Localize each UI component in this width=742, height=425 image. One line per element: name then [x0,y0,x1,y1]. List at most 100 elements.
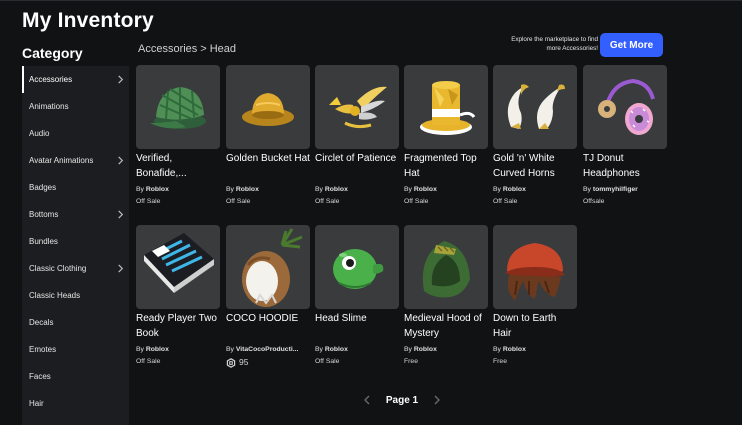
item-thumbnail [136,65,220,149]
previous-page-button[interactable] [362,394,372,406]
item-price: 95 [226,357,310,368]
chevron-right-icon [118,264,124,273]
item-creator: By VitaCocoProducti... [226,345,310,355]
by-label: By [136,186,144,193]
sidebar-item-label: Accessories [29,75,73,84]
creator-link[interactable]: Roblox [503,186,526,193]
sidebar-item-animations[interactable]: Animations [22,93,129,120]
category-heading: Category [22,45,83,61]
sidebar-item-badges[interactable]: Badges [22,174,129,201]
page-title: My Inventory [22,9,154,32]
chevron-right-icon [434,395,440,405]
top-divider [0,0,742,1]
item-card[interactable]: Fragmented Top Hat By Roblox Off Sale [404,65,488,207]
golden-bucket-hat-icon [242,93,294,126]
sidebar-item-label: Audio [29,129,50,138]
item-creator: By tommyhilfiger [583,185,667,195]
breadcrumb-parent-link[interactable]: Accessories [138,43,197,55]
creator-link[interactable]: Roblox [325,346,348,353]
item-creator: By Roblox [315,345,399,355]
item-name: Verified, Bonafide,... [136,153,187,179]
chevron-left-icon [364,395,370,405]
sidebar-item-audio[interactable]: Audio [22,120,129,147]
item-card[interactable]: Gold 'n' White Curved Horns By Roblox Of… [493,65,577,207]
by-label: By [226,346,234,353]
robux-icon [226,357,236,368]
by-label: By [404,346,412,353]
sidebar-item-decals[interactable]: Decals [22,309,129,336]
winged-circlet-icon [329,86,387,129]
by-label: By [493,346,501,353]
by-label: By [226,186,234,193]
sidebar-item-label: Hair [29,399,44,408]
item-card[interactable]: Medieval Hood of Mystery By Roblox Free [404,225,488,367]
chevron-right-icon [118,210,124,219]
sidebar-item-classic-clothing[interactable]: Classic Clothing [22,255,129,282]
sidebar-item-bundles[interactable]: Bundles [22,228,129,255]
item-card[interactable]: TJ Donut Headphones By tommyhilfiger Off… [583,65,667,207]
item-name: Gold 'n' White Curved Horns [493,153,555,179]
creator-link[interactable]: Roblox [414,186,437,193]
creator-link[interactable]: Roblox [325,186,348,193]
creator-link[interactable]: VitaCocoProducti... [236,346,299,353]
item-creator: By Roblox [404,345,488,355]
item-name: Circlet of Patience [315,153,397,164]
item-name: Fragmented Top Hat [404,153,477,179]
breadcrumb-current: Head [209,43,237,55]
item-name: Medieval Hood of Mystery [404,313,482,339]
plaid-cap-icon [150,87,206,129]
item-card[interactable]: Verified, Bonafide,... By Roblox Off Sal… [136,65,220,207]
creator-link[interactable]: tommyhilfiger [593,186,638,193]
item-thumbnail [226,225,310,309]
book-icon [144,233,214,293]
item-status: Off Sale [315,358,340,365]
sidebar-item-bottoms[interactable]: Bottoms [22,201,129,228]
item-thumbnail [136,225,220,309]
slime-icon [333,249,384,289]
sidebar-item-avatar-animations[interactable]: Avatar Animations [22,147,129,174]
get-more-button[interactable]: Get More [600,33,663,57]
sidebar-item-accessories[interactable]: Accessories [22,66,129,93]
item-thumbnail [404,225,488,309]
by-label: By [315,186,323,193]
sidebar-item-emotes[interactable]: Emotes [22,336,129,363]
by-label: By [136,346,144,353]
sidebar-item-label: Bottoms [29,210,59,219]
by-label: By [404,186,412,193]
item-name: COCO HOODIE [226,313,299,324]
item-creator: By Roblox [315,185,399,195]
item-status: Off Sale [136,358,161,365]
by-label: By [315,346,323,353]
sidebar-item-classic-heads[interactable]: Classic Heads [22,282,129,309]
item-card[interactable]: Head Slime By Roblox Off Sale [315,225,399,367]
next-page-button[interactable] [432,394,442,406]
page-indicator: Page 1 [385,394,419,406]
marketplace-promo-text: Explore the marketplace to find more Acc… [511,36,598,52]
category-sidebar: Accessories Animations Audio Avatar Anim… [22,66,129,425]
sidebar-item-faces[interactable]: Faces [22,363,129,390]
pagination: Page 1 [362,393,442,407]
item-name: Head Slime [315,313,367,324]
sidebar-item-label: Avatar Animations [29,156,94,165]
sidebar-item-label: Badges [29,183,57,192]
item-thumbnail [493,65,577,149]
sidebar-item-hair[interactable]: Hair [22,390,129,417]
creator-link[interactable]: Roblox [414,346,437,353]
breadcrumb: Accessories > Head [138,43,236,55]
item-card[interactable]: Down to Earth Hair By Roblox Free [493,225,577,367]
sidebar-item-label: Emotes [29,345,57,354]
curved-horns-icon [507,84,565,129]
creator-link[interactable]: Roblox [146,186,169,193]
item-card[interactable]: Circlet of Patience By Roblox Off Sale [315,65,399,207]
item-card[interactable]: Golden Bucket Hat By Roblox Off Sale [226,65,310,207]
creator-link[interactable]: Roblox [146,346,169,353]
item-name: Golden Bucket Hat [226,153,310,164]
item-status: Off Sale [493,198,518,205]
hood-icon [422,241,470,298]
item-status: Offsale [583,198,605,205]
creator-link[interactable]: Roblox [236,186,259,193]
creator-link[interactable]: Roblox [503,346,526,353]
item-card[interactable]: COCO HOODIE By VitaCocoProducti... 95 [226,225,310,368]
top-hat-icon [420,81,476,135]
item-card[interactable]: Ready Player Two Book By Roblox Off Sale [136,225,220,367]
